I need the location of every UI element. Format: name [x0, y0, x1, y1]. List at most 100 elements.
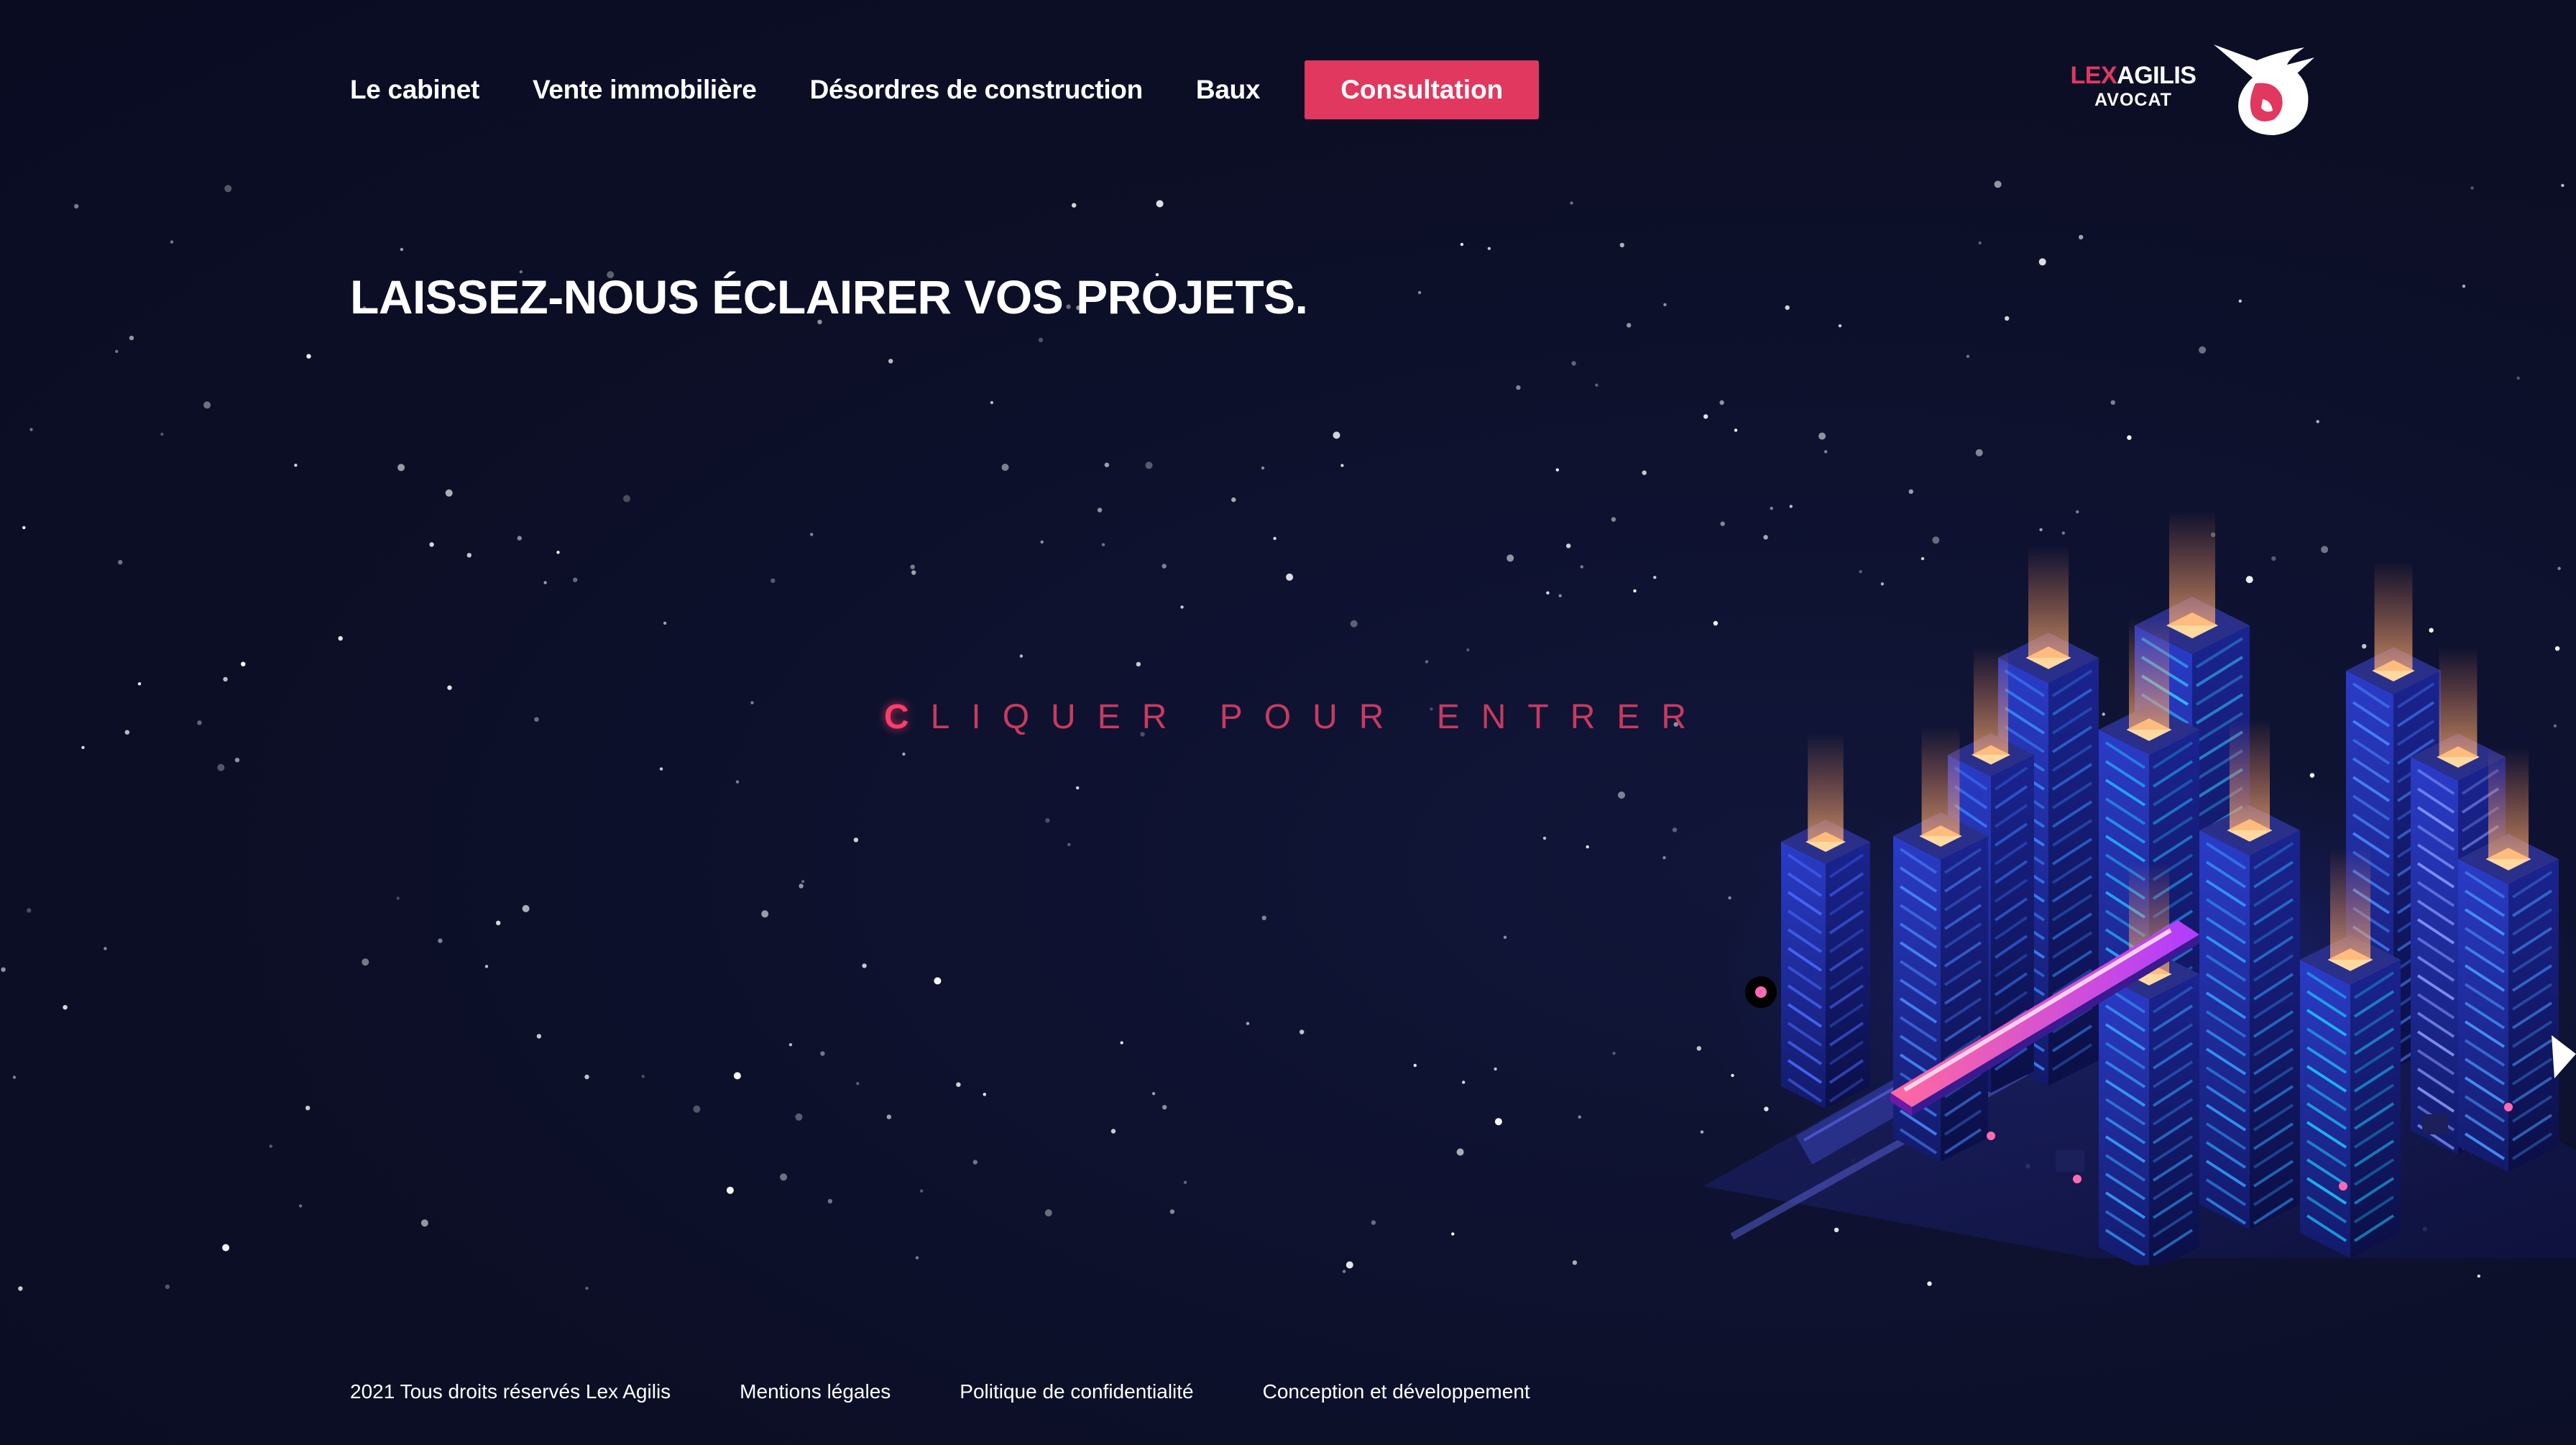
star: [733, 1072, 741, 1080]
star: [1038, 337, 1044, 343]
star: [2316, 420, 2319, 423]
star: [1462, 1081, 1466, 1084]
star: [269, 1144, 272, 1148]
star: [1818, 432, 1826, 440]
star: [1975, 449, 1983, 457]
star: [1456, 1148, 1464, 1156]
star: [1, 967, 6, 972]
star: [1734, 428, 1738, 432]
star: [1019, 654, 1024, 658]
star: [911, 570, 916, 575]
star: [1555, 468, 1559, 472]
star: [1546, 591, 1550, 595]
star: [1067, 843, 1071, 847]
star: [1169, 1209, 1175, 1214]
nav-item-desordres-de-construction[interactable]: Désordres de construction: [810, 75, 1144, 105]
star: [1076, 786, 1080, 790]
star: [1570, 201, 1573, 205]
star: [115, 349, 119, 353]
star: [1286, 573, 1294, 581]
star: [534, 717, 539, 722]
star: [63, 1005, 68, 1010]
star: [496, 920, 501, 926]
star: [956, 1082, 961, 1087]
lex-agilis-logo[interactable]: LEXAGILIS AVOCAT: [2069, 40, 2327, 141]
star: [1413, 1063, 1417, 1068]
star: [2079, 234, 2084, 240]
star: [1580, 565, 1583, 569]
star: [770, 578, 776, 583]
star: [438, 938, 443, 943]
star: [920, 1189, 924, 1193]
site-footer: 2021 Tous droits réservés Lex Agilis Men…: [350, 1380, 1599, 1403]
star: [397, 464, 405, 472]
star: [1516, 385, 1521, 390]
nav-item-vente-immobiliere[interactable]: Vente immobilière: [533, 75, 757, 105]
star: [27, 908, 32, 913]
star: [2005, 316, 2010, 321]
star: [2110, 400, 2115, 405]
consultation-button[interactable]: Consultation: [1305, 60, 1540, 119]
star: [306, 354, 311, 359]
star: [1333, 431, 1340, 439]
star: [799, 884, 804, 889]
isometric-city-illustration: [1703, 510, 2576, 1265]
star: [2470, 186, 2474, 190]
logo-wordmark: LEXAGILIS AVOCAT: [2069, 62, 2198, 111]
star: [2462, 284, 2466, 288]
star: [22, 526, 26, 530]
star: [856, 1082, 860, 1086]
enter-site-link[interactable]: CLIQUER POUR ENTRER: [884, 697, 1708, 737]
star: [1104, 462, 1110, 467]
star: [983, 1093, 987, 1096]
nav-item-baux[interactable]: Baux: [1196, 75, 1261, 105]
star: [1662, 855, 1666, 860]
star: [761, 910, 769, 918]
star: [445, 489, 453, 497]
star: [1566, 543, 1571, 549]
star: [160, 432, 164, 436]
star: [1072, 203, 1077, 208]
star: [1611, 517, 1616, 522]
star: [2038, 258, 2046, 266]
star: [104, 947, 107, 950]
enter-first-letter: C: [884, 698, 931, 736]
star: [934, 977, 942, 985]
nav-item-le-cabinet[interactable]: Le cabinet: [350, 75, 479, 105]
star: [1451, 1232, 1455, 1236]
footer-privacy-link[interactable]: Politique de confidentialité: [960, 1380, 1193, 1403]
star: [1342, 1270, 1346, 1273]
star: [137, 682, 142, 686]
star: [1824, 450, 1828, 454]
star: [1045, 818, 1050, 823]
star: [888, 359, 893, 364]
star: [910, 564, 915, 569]
star: [74, 203, 79, 209]
star: [170, 240, 174, 244]
star: [1618, 792, 1625, 799]
star: [29, 428, 33, 431]
star: [726, 1186, 734, 1194]
star: [2238, 299, 2242, 303]
star: [1633, 589, 1637, 593]
star: [659, 767, 663, 771]
star: [853, 838, 859, 843]
star: [1578, 1115, 1581, 1119]
star: [2561, 183, 2564, 188]
star: [299, 1204, 303, 1208]
star: [18, 1286, 23, 1291]
star: [241, 661, 246, 666]
star: [1927, 1281, 1932, 1286]
star: [484, 965, 489, 968]
star: [124, 730, 130, 735]
star: [165, 1284, 170, 1290]
star: [81, 746, 85, 750]
building: [1781, 733, 1870, 1109]
star: [224, 185, 232, 193]
star: [466, 553, 472, 558]
star: [1350, 620, 1358, 628]
footer-legal-link[interactable]: Mentions légales: [740, 1380, 891, 1403]
star: [2477, 1274, 2480, 1278]
footer-credits-link[interactable]: Conception et développement: [1263, 1380, 1530, 1403]
star: [750, 701, 754, 705]
